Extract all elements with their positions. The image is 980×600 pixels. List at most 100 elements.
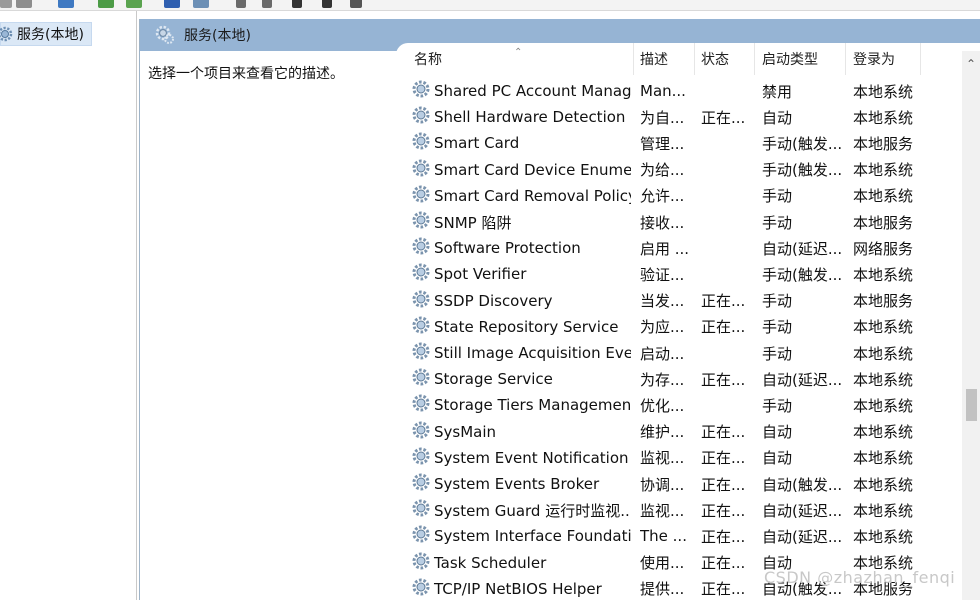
table-row[interactable]: Storage Service 为存... 正在... 自动(延迟... 本地系统: [396, 366, 956, 392]
restart-service-icon[interactable]: [350, 0, 362, 8]
service-status: [701, 130, 757, 156]
vertical-scrollbar[interactable]: ⌃: [962, 51, 980, 600]
service-status: 正在...: [701, 449, 746, 468]
service-description: 优化...: [640, 396, 685, 415]
table-row[interactable]: Shell Hardware Detection 为自... 正在... 自动 本地系统: [396, 104, 956, 130]
export-list-icon[interactable]: [126, 0, 142, 8]
column-header-name[interactable]: 名称: [414, 43, 442, 75]
service-name: Still Image Acquisition Eve...: [411, 340, 631, 366]
service-description: 为存...: [640, 370, 685, 389]
column-separator[interactable]: [633, 43, 634, 75]
console-tree: 服务(本地): [0, 11, 137, 600]
service-description: 接收...: [640, 213, 685, 232]
service-name: Spot Verifier: [411, 261, 631, 287]
service-startup-type: 自动(延迟...: [762, 527, 843, 546]
service-logon-as: 本地服务: [853, 213, 914, 232]
scrollbar-thumb[interactable]: [966, 389, 977, 421]
gear-icon: [411, 289, 431, 313]
service-logon-as: 本地系统: [853, 187, 914, 206]
table-row[interactable]: System Events Broker 协调... 正在... 自动(触发... 本地…: [396, 471, 956, 497]
service-status: 正在...: [701, 475, 746, 494]
table-row[interactable]: Smart Card Device Enumer... 为给... 手动(触发...…: [396, 157, 956, 183]
gear-icon: [155, 25, 174, 44]
service-logon-as: 网络服务: [853, 239, 914, 258]
service-name: System Event Notification ...: [411, 445, 631, 471]
service-description: 为应...: [640, 318, 685, 337]
start-service-alt-icon[interactable]: [262, 0, 272, 8]
service-logon-as: 本地系统: [853, 501, 914, 520]
column-separator[interactable]: [920, 43, 921, 75]
service-name: Storage Service: [411, 366, 631, 392]
table-row[interactable]: SysMain 维护... 正在... 自动 本地系统: [396, 419, 956, 445]
stop-service-icon[interactable]: [292, 0, 302, 8]
show-hide-tree-icon[interactable]: [58, 0, 74, 8]
service-logon-as: 本地系统: [853, 527, 914, 546]
table-row[interactable]: Shared PC Account Manager Man... 禁用 本地系统: [396, 78, 956, 104]
service-description: 允许...: [640, 187, 685, 206]
table-row[interactable]: SNMP 陷阱 接收... 手动 本地服务: [396, 209, 956, 235]
service-status: 正在...: [701, 501, 746, 520]
service-status: 正在...: [701, 318, 746, 337]
column-separator[interactable]: [694, 43, 695, 75]
tree-item-services-local[interactable]: 服务(本地): [0, 22, 92, 46]
service-startup-type: 自动(延迟...: [762, 501, 843, 520]
column-header-desc[interactable]: 描述: [640, 43, 668, 75]
scroll-up-arrow-icon[interactable]: ⌃: [966, 57, 976, 71]
service-description: 启动...: [640, 344, 685, 363]
properties-icon[interactable]: [193, 0, 209, 8]
table-row[interactable]: SSDP Discovery 当发... 正在... 手动 本地服务: [396, 288, 956, 314]
service-startup-type: 手动: [762, 187, 793, 206]
service-status: 正在...: [701, 580, 746, 599]
help-icon[interactable]: [164, 0, 180, 8]
gear-icon: [411, 105, 431, 129]
table-row[interactable]: Spot Verifier 验证... 手动(触发... 本地系统: [396, 261, 956, 287]
service-logon-as: 本地系统: [853, 449, 914, 468]
toolbar: [0, 0, 980, 11]
service-description: 管理...: [640, 134, 685, 153]
gear-icon: [411, 498, 431, 522]
gear-icon: [411, 577, 431, 600]
service-description: 验证...: [640, 265, 685, 284]
gear-icon: [411, 184, 431, 208]
refresh-icon[interactable]: [98, 0, 114, 8]
gear-icon: [411, 367, 431, 391]
service-startup-type: 自动: [762, 423, 793, 442]
gear-icon: [411, 551, 431, 575]
gear-icon: [411, 315, 431, 339]
column-separator[interactable]: [754, 43, 755, 75]
service-name: Storage Tiers Management: [411, 392, 631, 418]
service-logon-as: 本地系统: [853, 475, 914, 494]
service-startup-type: 手动: [762, 213, 793, 232]
service-description: 监视...: [640, 501, 685, 520]
column-header-status[interactable]: 状态: [701, 43, 729, 75]
column-header-startup[interactable]: 启动类型: [762, 43, 818, 75]
service-name: TCP/IP NetBIOS Helper: [411, 576, 631, 600]
column-separator[interactable]: [845, 43, 846, 75]
forward-icon[interactable]: [16, 0, 32, 8]
table-row[interactable]: System Interface Foundati... The ... 正在...…: [396, 523, 956, 549]
column-header-logon[interactable]: 登录为: [853, 43, 895, 75]
service-description: 当发...: [640, 292, 685, 311]
services-list[interactable]: 名称 ⌃ 描述 状态 启动类型 登录为 Shared PC Account Ma…: [396, 43, 980, 600]
service-logon-as: 本地系统: [853, 344, 914, 363]
start-service-icon[interactable]: [236, 0, 246, 8]
service-status: [701, 340, 757, 366]
table-row[interactable]: Software Protection 启用 ... 自动(延迟... 网络服务: [396, 235, 956, 261]
service-status: [701, 183, 757, 209]
service-status: [701, 392, 757, 418]
service-status: [701, 209, 757, 235]
service-description: The ...: [640, 527, 687, 546]
table-row[interactable]: State Repository Service 为应... 正在... 手动 本地系统: [396, 314, 956, 340]
table-row[interactable]: Still Image Acquisition Eve... 启动... 手动 本地系…: [396, 340, 956, 366]
service-startup-type: 自动(延迟...: [762, 370, 843, 389]
service-logon-as: 本地系统: [853, 265, 914, 284]
table-row[interactable]: Storage Tiers Management 优化... 手动 本地系统: [396, 392, 956, 418]
table-row[interactable]: Smart Card Removal Policy 允许... 手动 本地系统: [396, 183, 956, 209]
table-row[interactable]: System Event Notification ... 监视... 正在... 自…: [396, 445, 956, 471]
table-row[interactable]: System Guard 运行时监视... 监视... 正在... 自动(延迟... 本…: [396, 497, 956, 523]
table-row[interactable]: Smart Card 管理... 手动(触发... 本地服务: [396, 130, 956, 156]
back-icon[interactable]: [0, 0, 12, 8]
service-name: System Interface Foundati...: [411, 523, 631, 549]
pause-service-icon[interactable]: [322, 0, 332, 8]
gear-icon: [411, 210, 431, 234]
